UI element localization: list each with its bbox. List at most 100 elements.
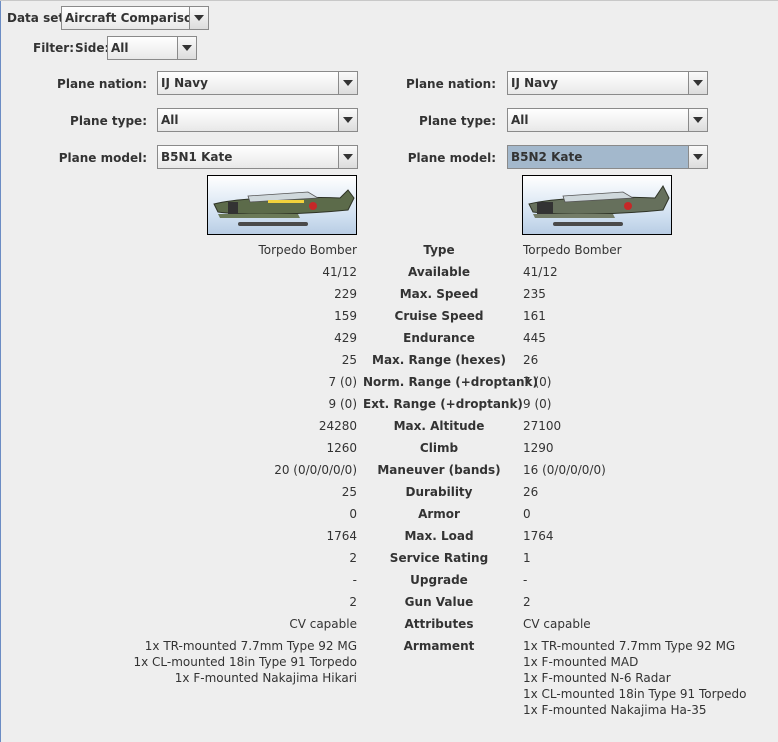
armament-item: 1x F-mounted Nakajima Hikari (174, 671, 357, 685)
left-stat-value: 2 (349, 551, 357, 565)
data-set-label: Data set: (7, 11, 69, 25)
stat-row: Torpedo Bomber Type Torpedo Bomber (0, 243, 778, 265)
left-stat-value: 1764 (326, 529, 357, 543)
left-stat-value: 9 (0) (328, 397, 357, 411)
left-type-dropdown-button[interactable] (338, 109, 357, 131)
stat-row: 229 Max. Speed 235 (0, 287, 778, 309)
chevron-down-icon (343, 154, 353, 160)
left-stat-value: 159 (334, 309, 357, 323)
left-nation-label: Plane nation: (57, 77, 147, 91)
chevron-down-icon (343, 80, 353, 86)
stat-label: Available (408, 265, 470, 279)
armament-item: 1x TR-mounted 7.7mm Type 92 MG (144, 639, 357, 653)
right-type-combo[interactable]: All (507, 108, 708, 132)
right-stat-value: 1 (523, 551, 531, 565)
right-type-dropdown-button[interactable] (688, 109, 707, 131)
stat-row: 2 Gun Value 2 (0, 595, 778, 617)
left-armament-list: 1x TR-mounted 7.7mm Type 92 MG 1x CL-mou… (133, 638, 357, 686)
armament-item: 1x F-mounted N-6 Radar (523, 671, 671, 685)
side-label: Side: (75, 41, 110, 55)
stat-label: Service Rating (389, 551, 489, 565)
right-stat-value: 0 (523, 507, 531, 521)
stat-label: Armor (418, 507, 460, 521)
right-stat-value: 235 (523, 287, 546, 301)
left-stat-value: 0 (349, 507, 357, 521)
torpedo-bomber-icon (213, 189, 355, 226)
stat-row: 2 Service Rating 1 (0, 551, 778, 573)
right-stat-value: Torpedo Bomber (523, 243, 622, 257)
left-type-value: All (161, 113, 179, 127)
chevron-down-icon (693, 117, 703, 123)
right-type-label: Plane type: (419, 114, 496, 128)
left-stat-value: 229 (334, 287, 357, 301)
stat-label: Attributes (404, 617, 474, 631)
stat-row: - Upgrade - (0, 573, 778, 595)
right-stat-value: 9 (0) (523, 397, 552, 411)
armament-item: 1x F-mounted Nakajima Ha-35 (523, 703, 707, 717)
left-stat-value: 2 (349, 595, 357, 609)
stat-row: 20 (0/0/0/0/0) Maneuver (bands) 16 (0/0/0/… (0, 463, 778, 485)
right-stat-value: 1764 (523, 529, 554, 543)
right-stat-value: CV capable (523, 617, 591, 631)
left-stat-value: 20 (0/0/0/0/0) (274, 463, 357, 477)
left-model-value: B5N1 Kate (161, 150, 233, 164)
stat-label: Climb (419, 441, 459, 455)
left-type-label: Plane type: (70, 114, 147, 128)
left-model-label: Plane model: (58, 151, 147, 165)
left-plane-image (207, 175, 357, 235)
right-stat-value: 7 (0) (523, 375, 552, 389)
armament-label: Armament (403, 639, 475, 653)
side-dropdown-button[interactable] (177, 37, 196, 59)
left-type-combo[interactable]: All (157, 108, 358, 132)
left-stat-value: - (352, 573, 357, 587)
left-nation-combo[interactable]: IJ Navy (157, 71, 358, 95)
stat-label: Type (423, 243, 455, 257)
stat-label: Ext. Range (+droptank) (363, 397, 523, 411)
stat-row: 41/12 Available 41/12 (0, 265, 778, 287)
stat-label: Gun Value (404, 595, 474, 609)
left-stat-value: 1260 (326, 441, 357, 455)
right-stat-value: 26 (523, 485, 539, 499)
right-model-dropdown-button[interactable] (688, 146, 707, 168)
stat-label: Cruise Speed (394, 309, 484, 323)
right-armament-list: 1x TR-mounted 7.7mm Type 92 MG 1x F-moun… (523, 638, 747, 718)
left-model-combo[interactable]: B5N1 Kate (157, 145, 358, 169)
stat-label: Maneuver (bands) (377, 463, 501, 477)
right-nation-label: Plane nation: (406, 77, 496, 91)
stat-label: Max. Speed (399, 287, 479, 301)
right-stat-value: 2 (523, 595, 531, 609)
data-set-combo[interactable]: Aircraft Comparison (61, 6, 209, 30)
right-nation-dropdown-button[interactable] (688, 72, 707, 94)
stat-label: Max. Range (hexes) (372, 353, 506, 367)
stat-row: 1260 Climb 1290 (0, 441, 778, 463)
left-model-dropdown-button[interactable] (338, 146, 357, 168)
stat-row: 1764 Max. Load 1764 (0, 529, 778, 551)
stat-row: 25 Max. Range (hexes) 26 (0, 353, 778, 375)
filter-label: Filter: (33, 41, 75, 55)
right-stat-value: - (523, 573, 528, 587)
stat-row: 9 (0) Ext. Range (+droptank) 9 (0) (0, 397, 778, 419)
armament-item: 1x F-mounted MAD (523, 655, 639, 669)
right-nation-combo[interactable]: IJ Navy (507, 71, 708, 95)
stat-row: 7 (0) Norm. Range (+droptank) 7 (0) (0, 375, 778, 397)
stat-row: CV capable Attributes CV capable (0, 617, 778, 639)
right-model-value: B5N2 Kate (508, 146, 688, 168)
stat-row: 429 Endurance 445 (0, 331, 778, 353)
right-stat-value: 26 (523, 353, 539, 367)
left-stat-value: 429 (334, 331, 357, 345)
chevron-down-icon (182, 45, 192, 51)
side-combo[interactable]: All (107, 36, 197, 60)
left-stat-value: 41/12 (322, 265, 357, 279)
right-model-combo[interactable]: B5N2 Kate (507, 145, 708, 169)
left-nation-dropdown-button[interactable] (338, 72, 357, 94)
right-stat-value: 161 (523, 309, 546, 323)
right-stat-value: 1290 (523, 441, 554, 455)
right-nation-value: IJ Navy (511, 76, 558, 90)
data-set-dropdown-button[interactable] (189, 7, 208, 29)
stat-row: 24280 Max. Altitude 27100 (0, 419, 778, 441)
stat-label: Upgrade (410, 573, 468, 587)
left-nation-value: IJ Navy (161, 76, 208, 90)
right-stat-value: 16 (0/0/0/0/0) (523, 463, 606, 477)
left-stat-value: CV capable (289, 617, 357, 631)
right-model-label: Plane model: (407, 151, 496, 165)
